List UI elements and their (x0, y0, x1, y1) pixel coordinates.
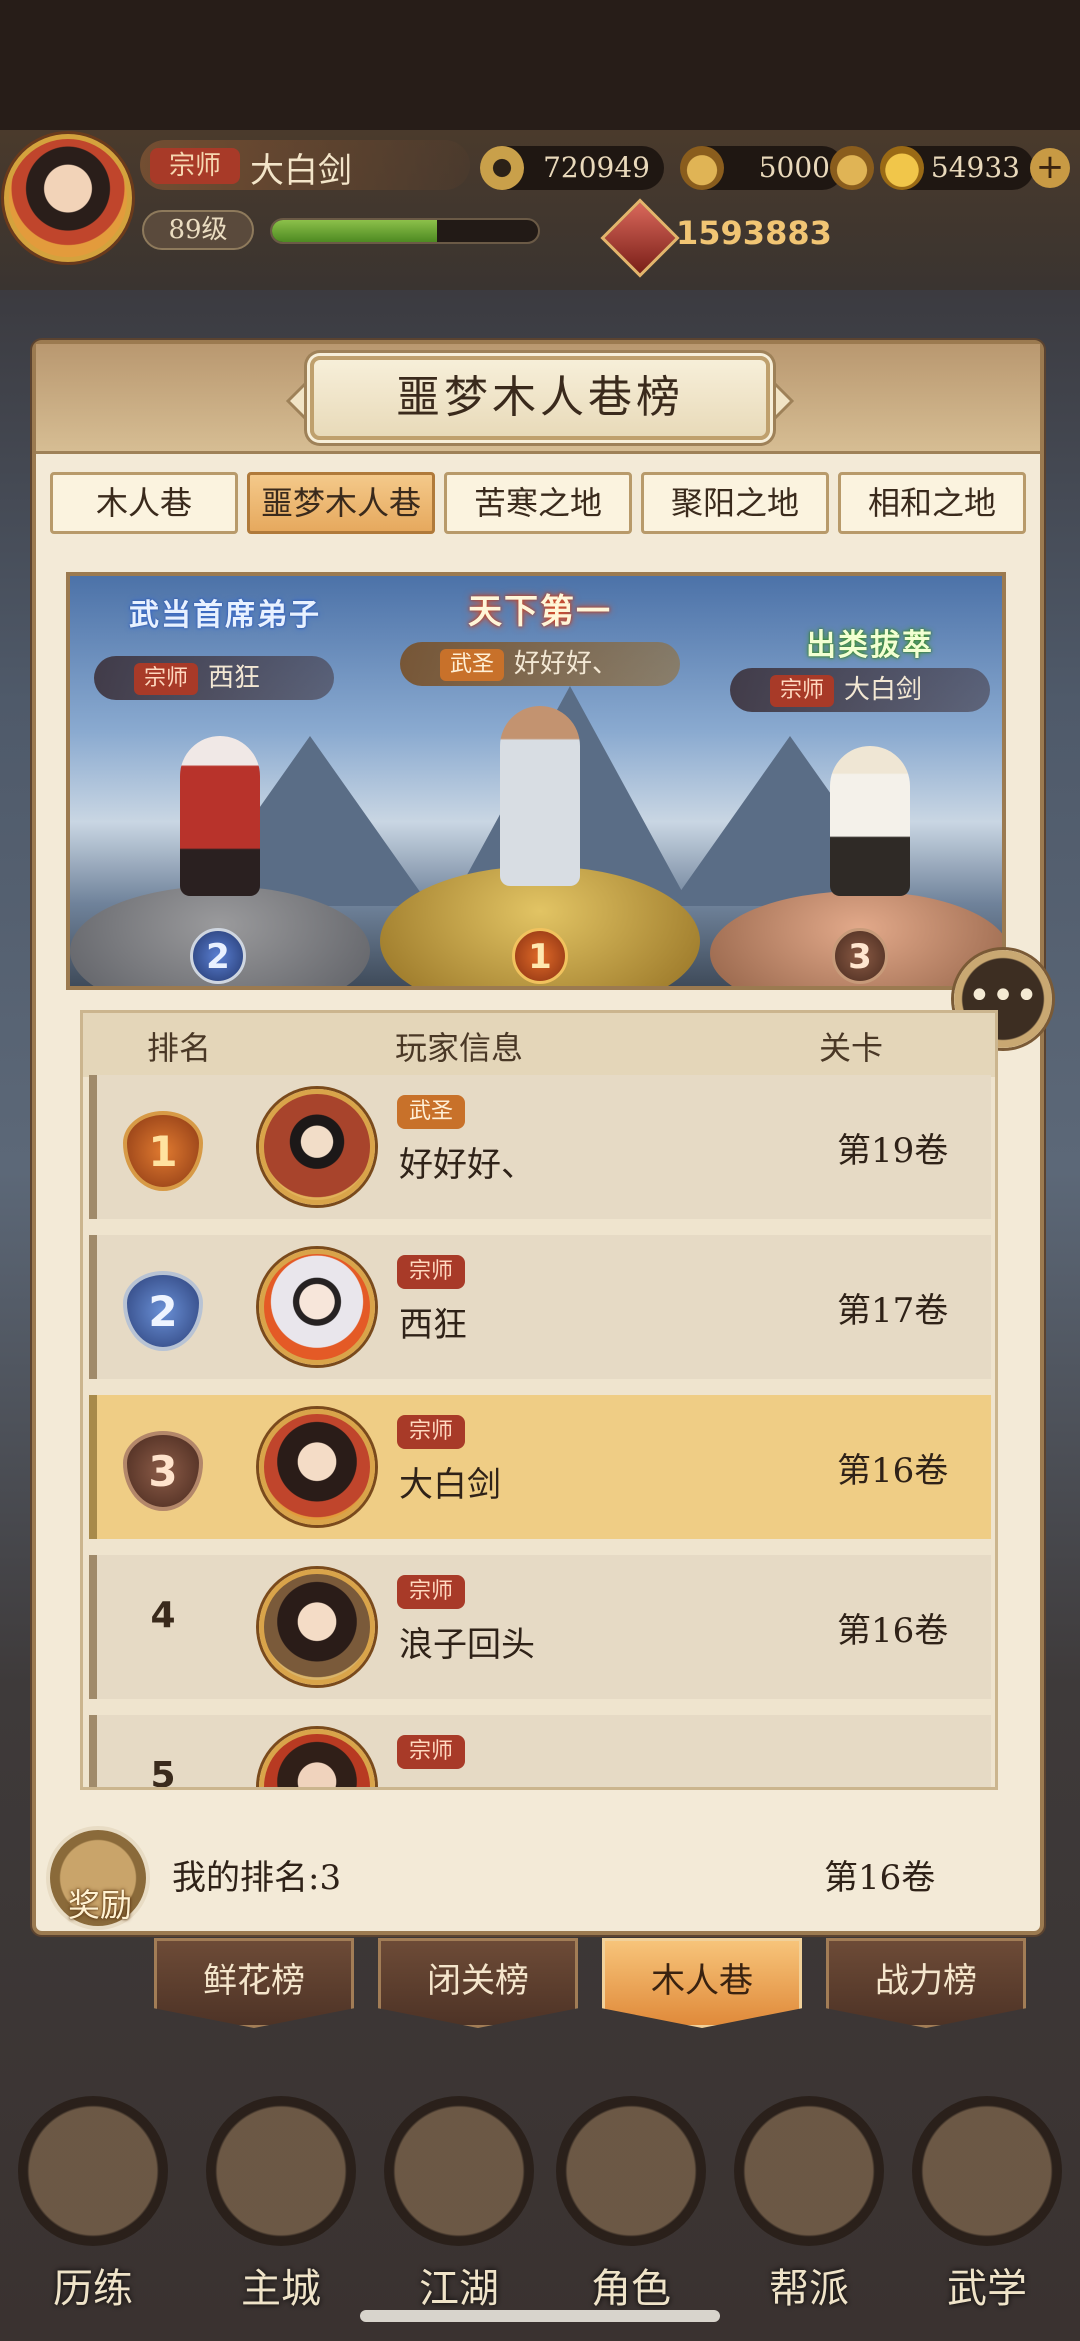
tab-nightmare-muren[interactable]: 噩梦木人巷 (247, 472, 435, 534)
add-gold-button[interactable]: + (1030, 148, 1070, 188)
title-tag: 宗师 (397, 1735, 466, 1769)
exp-progress-fill (272, 220, 437, 242)
tab-muren[interactable]: 木人巷 (50, 472, 238, 534)
rank-medal-icon: 2 (123, 1271, 203, 1351)
status-bar (0, 0, 1080, 130)
nav-city-label[interactable]: 主城 (206, 2256, 356, 2314)
stage-value: 第17卷 (837, 1291, 949, 1331)
table-row-self[interactable]: 3 宗师 大白剑 第16卷 (89, 1395, 991, 1539)
table-row[interactable]: 2 宗师 西狂 第17卷 (89, 1235, 991, 1379)
avatar[interactable] (259, 1569, 375, 1685)
first-place-nameplate: 武圣 好好好、 (400, 642, 680, 686)
third-place-badge: 出类拔萃 (806, 628, 934, 663)
player-name: 浪子回头 (399, 1625, 535, 1665)
panel-title: 噩梦木人巷榜 (396, 372, 684, 423)
gold-icon (880, 146, 924, 190)
nav-guild-label[interactable]: 帮派 (734, 2256, 884, 2314)
second-place-medal: 2 (190, 928, 246, 984)
rank-number: 5 (150, 1755, 176, 1790)
first-place-tag: 武圣 (440, 649, 505, 681)
first-place-name: 好好好、 (514, 649, 619, 679)
nav-training-label[interactable]: 历练 (18, 2256, 168, 2314)
header-player-info: 玩家信息 (395, 1029, 524, 1067)
player-level: 89级 (142, 210, 254, 250)
nav-martial-arts-label[interactable]: 武学 (912, 2256, 1062, 2314)
ingot-exchange-icon[interactable] (830, 146, 874, 190)
nav-guild-icon[interactable] (734, 2096, 884, 2246)
nav-jianghu-label[interactable]: 江湖 (384, 2256, 534, 2314)
table-row[interactable]: 1 武圣 好好好、 第19卷 (89, 1075, 991, 1219)
title-tag: 宗师 (397, 1255, 466, 1289)
tab-kuhan[interactable]: 苦寒之地 (444, 472, 632, 534)
first-place-medal: 1 (512, 928, 568, 984)
header-rank: 排名 (147, 1029, 212, 1067)
third-place-tag: 宗师 (770, 675, 835, 707)
tab-seclusion-board[interactable]: 闭关榜 (378, 1938, 578, 2028)
exp-progress-bar (270, 218, 540, 244)
second-place-nameplate: 宗师 西狂 (94, 656, 334, 700)
first-place-badge: 天下第一 (468, 592, 612, 632)
tab-muren-board[interactable]: 木人巷 (602, 1938, 802, 2028)
title-tag: 宗师 (397, 1415, 466, 1449)
nav-character-icon[interactable] (556, 2096, 706, 2246)
second-place-tag: 宗师 (134, 663, 199, 695)
stage-value: 第16卷 (837, 1611, 949, 1651)
my-stage: 第16卷 (824, 1858, 936, 1898)
reward-button[interactable]: 奖励 (52, 1880, 148, 1926)
ranking-list[interactable]: 排名 玩家信息 关卡 1 武圣 好好好、 第19卷 2 宗师 西狂 第17卷 3… (80, 1010, 998, 1790)
rank-medal-icon: 3 (123, 1431, 203, 1511)
nav-character-label[interactable]: 角色 (556, 2256, 706, 2314)
rank-number: 4 (150, 1595, 176, 1636)
my-rank: 我的排名:3 (172, 1858, 342, 1898)
avatar[interactable] (259, 1729, 375, 1787)
nav-city-icon[interactable] (206, 2096, 356, 2246)
title-tag: 武圣 (397, 1095, 466, 1129)
stage-value: 第19卷 (837, 1131, 949, 1171)
ranking-list-header: 排名 玩家信息 关卡 (83, 1013, 995, 1077)
player-name: 西狂 (399, 1305, 467, 1345)
nav-martial-arts-icon[interactable] (912, 2096, 1062, 2246)
title-tag: 宗师 (397, 1575, 466, 1609)
tab-power-board[interactable]: 战力榜 (826, 1938, 1026, 2028)
top-three-podium: 武当首席弟子 天下第一 出类拔萃 宗师 西狂 武圣 好好好、 宗师 大白剑 2 1 3 (66, 572, 1006, 990)
third-place-medal: 3 (832, 928, 888, 984)
third-place-figure[interactable] (830, 746, 910, 896)
home-indicator[interactable] (360, 2310, 720, 2322)
tab-xianghe[interactable]: 相和之地 (838, 472, 1026, 534)
player-avatar[interactable] (4, 134, 132, 262)
nav-jianghu-icon[interactable] (384, 2096, 534, 2246)
avatar[interactable] (259, 1089, 375, 1205)
second-place-name: 西狂 (208, 663, 261, 693)
third-place-nameplate: 宗师 大白剑 (730, 668, 990, 712)
second-place-badge: 武当首席弟子 (129, 598, 321, 633)
power-value: 1593883 (676, 214, 832, 252)
tab-juyang[interactable]: 聚阳之地 (641, 472, 829, 534)
player-name: 大白剑 (250, 151, 352, 191)
avatar[interactable] (259, 1409, 375, 1525)
third-place-name: 大白剑 (844, 675, 923, 705)
player-name: 大白剑 (399, 1465, 501, 1505)
table-row[interactable]: 5 宗师 (89, 1715, 991, 1790)
rank-medal-icon: 1 (123, 1111, 203, 1191)
nav-training-icon[interactable] (18, 2096, 168, 2246)
coin-icon (480, 146, 524, 190)
stage-value: 第16卷 (837, 1451, 949, 1491)
player-rank-tag: 宗师 (150, 148, 240, 184)
avatar[interactable] (259, 1249, 375, 1365)
header-stage: 关卡 (819, 1029, 884, 1067)
player-name: 好好好、 (399, 1145, 535, 1185)
table-row[interactable]: 4 宗师 浪子回头 第16卷 (89, 1555, 991, 1699)
first-place-figure[interactable] (500, 706, 580, 886)
tab-flower-board[interactable]: 鲜花榜 (154, 1938, 354, 2028)
second-place-figure[interactable] (180, 736, 260, 896)
ingot-icon (680, 146, 724, 190)
